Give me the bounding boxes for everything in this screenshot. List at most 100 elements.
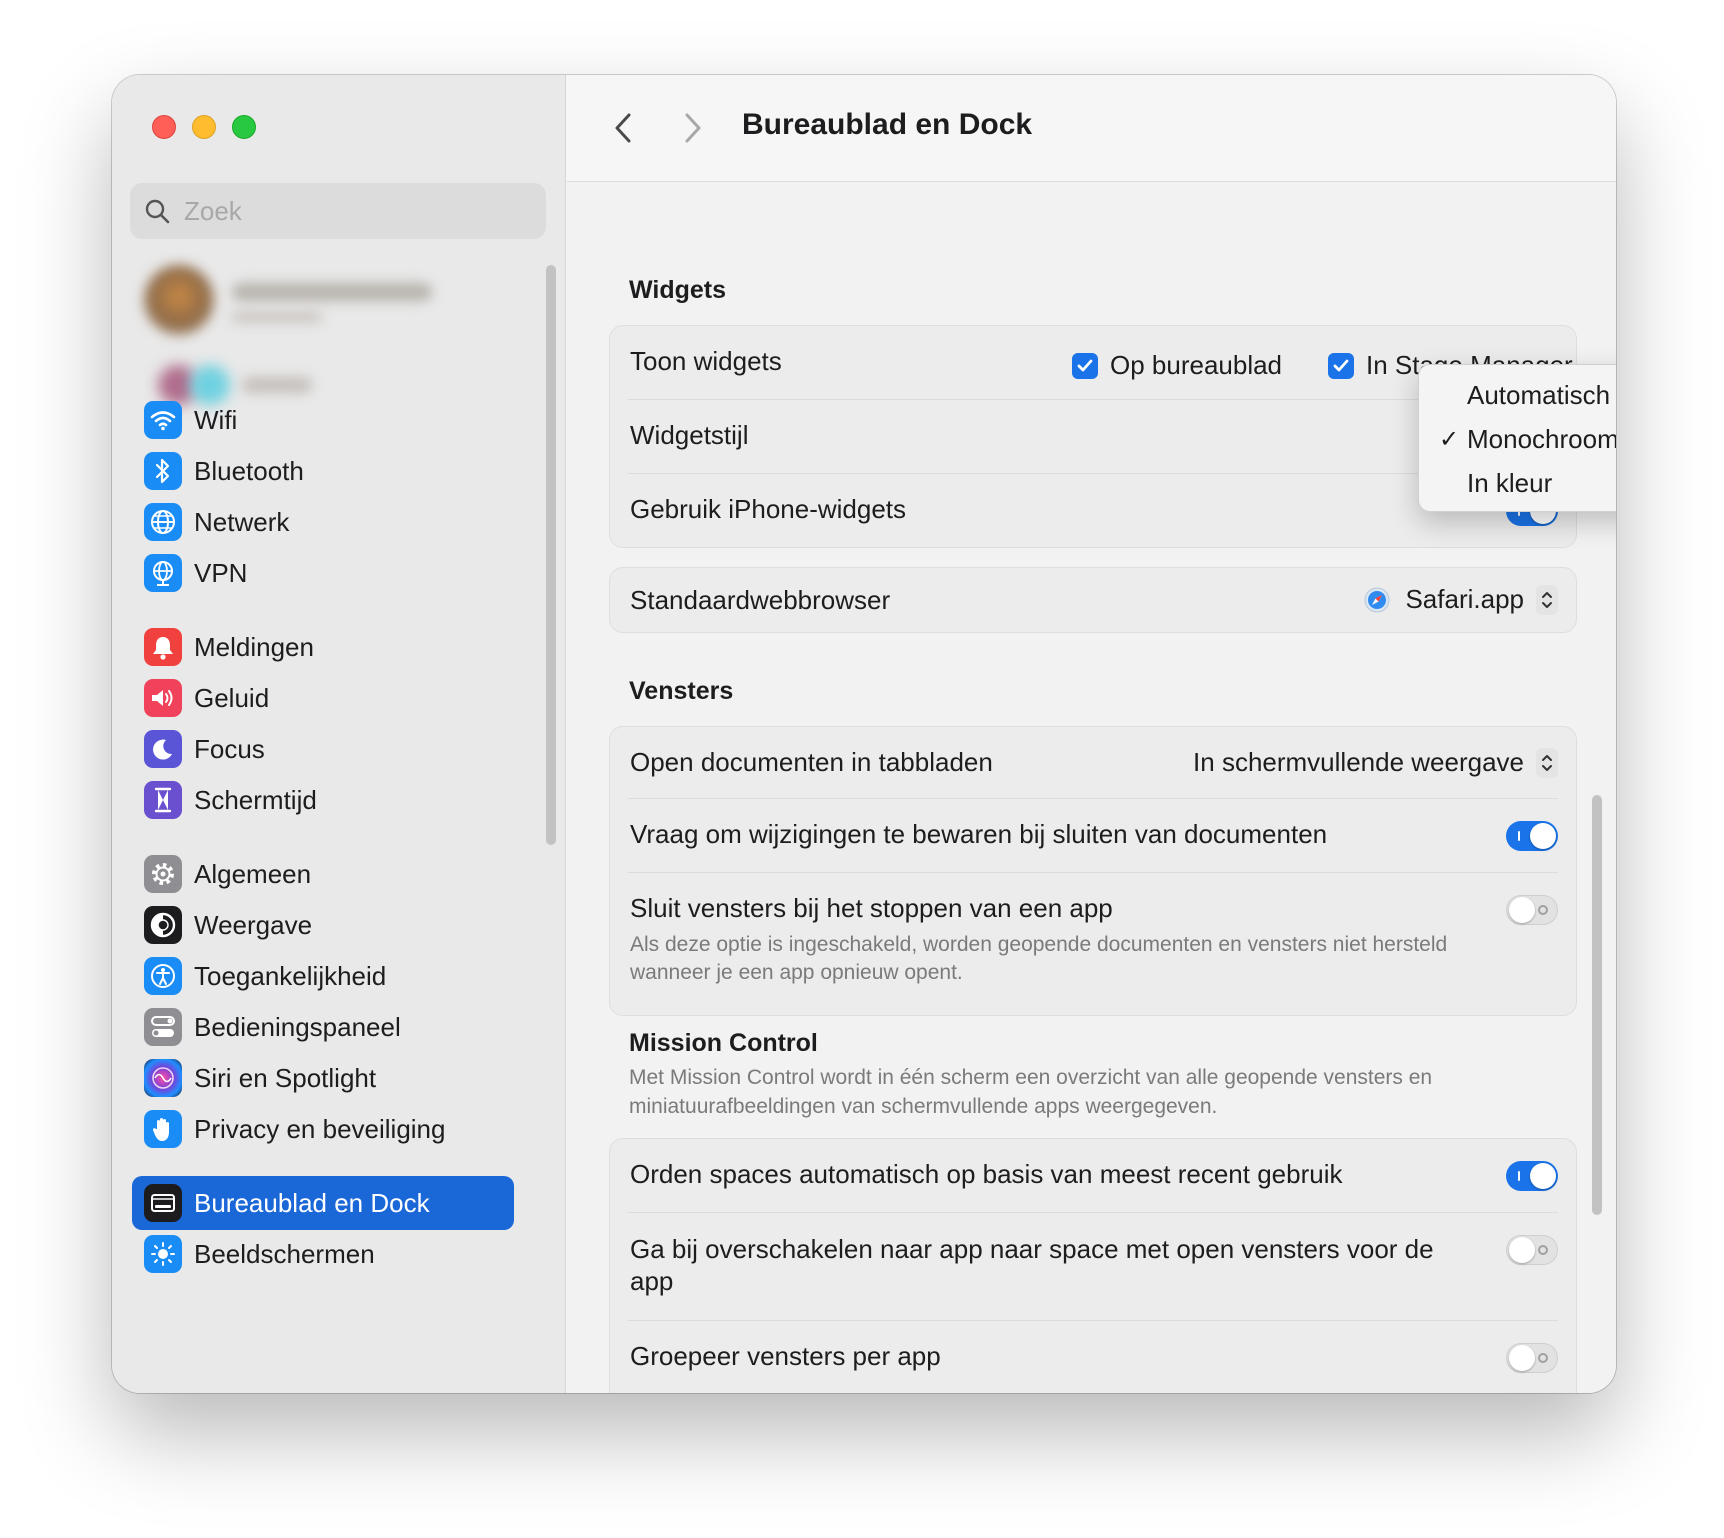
close-window-button[interactable] [152,115,176,139]
op-bureaublad-label: Op bureaublad [1110,350,1283,380]
sidebar-item-toegankelijkheid[interactable]: Toegankelijkheid [132,949,514,1003]
sidebar-item-meldingen[interactable]: Meldingen [132,620,514,674]
hand-icon [144,1110,182,1148]
auto-arrange-toggle[interactable] [1506,1161,1558,1191]
row-standaardwebbrowser: Standaardwebbrowser Safari.app [628,568,1558,632]
sidebar-item-label: Bedieningspaneel [194,1011,401,1042]
section-title-mission-control: Mission Control [629,1029,818,1057]
menu-item-monochroom[interactable]: ✓ Monochroom [1419,419,1616,459]
apple-account-blurred[interactable] [132,255,522,415]
checkmark-icon: ✓ [1439,425,1460,453]
ask-save-toggle[interactable] [1506,821,1558,851]
dock-icon [144,1184,182,1222]
minimize-window-button[interactable] [192,115,216,139]
updown-chevron-icon [1536,747,1558,778]
op-bureaublad-checkbox[interactable] [1072,352,1098,379]
switch-space-toggle[interactable] [1506,1235,1558,1265]
close-windows-label: Sluit vensters bij het stoppen van een a… [630,893,1113,923]
sun-icon [144,1235,182,1273]
main-pane: Bureaublad en Dock Widgets Toon widgets … [567,75,1616,1393]
sidebar: Zoek Wifi Bluetooth Netwerk VPN Meldinge… [112,75,566,1393]
row-sluit-vensters: Sluit vensters bij het stoppen van een a… [628,873,1558,1015]
sidebar-item-weergave[interactable]: Weergave [132,898,514,952]
browser-value: Safari.app [1405,584,1524,614]
sidebar-item-schermtijd[interactable]: Schermtijd [132,773,514,827]
menu-item-in-kleur[interactable]: In kleur [1419,463,1616,503]
sidebar-item-geluid[interactable]: Geluid [132,671,514,725]
vensters-card: Open documenten in tabbladen In schermvu… [609,726,1577,1016]
sidebar-item-label: Geluid [194,682,270,713]
toon-widgets-label: Toon widgets [630,346,782,376]
sidebar-item-label: Beeldschermen [194,1238,375,1269]
updown-chevron-icon [1536,584,1558,615]
bell-icon [144,628,182,666]
sidebar-item-bedieningspaneel[interactable]: Bedieningspaneel [132,1000,514,1054]
sidebar-item-vpn[interactable]: VPN [132,546,514,600]
open-docs-popup-button[interactable]: In schermvullende weergave [1193,747,1558,778]
section-title-widgets: Widgets [629,276,726,304]
zoom-window-button[interactable] [232,115,256,139]
row-ga-naar-space: Ga bij overschakelen naar app naar space… [628,1213,1558,1321]
widgetstijl-menu: Automatisch ✓ Monochroom In kleur [1418,364,1616,512]
row-orden-spaces: Orden spaces automatisch op basis van me… [628,1139,1558,1213]
sidebar-item-label: Focus [194,733,265,764]
speaker-icon [144,679,182,717]
gear-icon [144,855,182,893]
sidebar-scrollbar[interactable] [546,265,556,845]
close-windows-description: Als deze optie is ingeschakeld, worden g… [630,933,1448,984]
sidebar-item-label: Bluetooth [194,455,304,486]
iphone-widgets-label: Gebruik iPhone-widgets [630,494,907,524]
menu-item-automatisch[interactable]: Automatisch [1419,375,1616,415]
sidebar-item-label: Toegankelijkheid [194,960,387,991]
sidebar-item-siri-en-spotlight[interactable]: Siri en Spotlight [132,1051,514,1105]
toolbar: Bureaublad en Dock [567,75,1616,182]
sidebar-item-label: Schermtijd [194,784,317,815]
row-vraag-bewaren: Vraag om wijzigingen te bewaren bij slui… [628,799,1558,873]
mission-control-card: Orden spaces automatisch op basis van me… [609,1138,1577,1393]
auto-arrange-label: Orden spaces automatisch op basis van me… [630,1159,1343,1189]
open-docs-label: Open documenten in tabbladen [630,747,993,777]
browser-card: Standaardwebbrowser Safari.app [609,567,1577,633]
menu-item-label: In kleur [1467,467,1553,498]
control-center-icon [144,1008,182,1046]
back-chevron-icon[interactable] [611,109,635,152]
mission-control-description: Met Mission Control wordt in één scherm … [629,1066,1433,1118]
group-windows-toggle[interactable] [1506,1343,1558,1373]
menu-item-label: Monochroom [1467,423,1616,454]
menu-item-label: Automatisch [1467,379,1611,410]
sidebar-item-label: Wifi [194,404,238,435]
browser-label: Standaardwebbrowser [630,585,891,615]
sidebar-item-algemeen[interactable]: Algemeen [132,847,514,901]
op-bureaublad-checkbox-group[interactable]: Op bureaublad [1072,350,1282,381]
siri-icon [144,1059,182,1097]
accessibility-icon [144,957,182,995]
row-open-documenten: Open documenten in tabbladen In schermvu… [628,727,1558,799]
browser-popup-button[interactable]: Safari.app [1363,584,1558,615]
sidebar-item-bluetooth[interactable]: Bluetooth [132,444,514,498]
row-groepeer-vensters: Groepeer vensters per app [628,1321,1558,1393]
sidebar-item-label: Netwerk [194,506,290,537]
sidebar-item-netwerk[interactable]: Netwerk [132,495,514,549]
wifi-icon [144,401,182,439]
search-field[interactable]: Zoek [130,183,546,239]
stage-manager-checkbox[interactable] [1328,352,1354,379]
sidebar-item-beeldschermen[interactable]: Beeldschermen [132,1227,514,1281]
window-controls [152,115,256,139]
close-windows-toggle[interactable] [1506,895,1558,925]
sidebar-item-label: Weergave [194,909,313,940]
sidebar-item-privacy-en-beveiliging[interactable]: Privacy en beveiliging [132,1102,514,1156]
sidebar-item-bureaublad-en-dock[interactable]: Bureaublad en Dock [132,1176,514,1230]
sidebar-item-label: VPN [194,557,248,588]
switch-space-label: Ga bij overschakelen naar app naar space… [630,1234,1434,1296]
sidebar-item-focus[interactable]: Focus [132,722,514,776]
avatar [144,265,214,335]
group-windows-label: Groepeer vensters per app [630,1341,941,1371]
sidebar-item-label: Siri en Spotlight [194,1062,377,1093]
hourglass-icon [144,781,182,819]
open-docs-value: In schermvullende weergave [1193,747,1524,777]
content-scrollbar[interactable] [1592,795,1602,1215]
widgetstijl-label: Widgetstijl [630,420,749,450]
search-icon [145,199,170,224]
sidebar-item-wifi[interactable]: Wifi [132,393,514,447]
forward-chevron-icon[interactable] [681,109,705,152]
